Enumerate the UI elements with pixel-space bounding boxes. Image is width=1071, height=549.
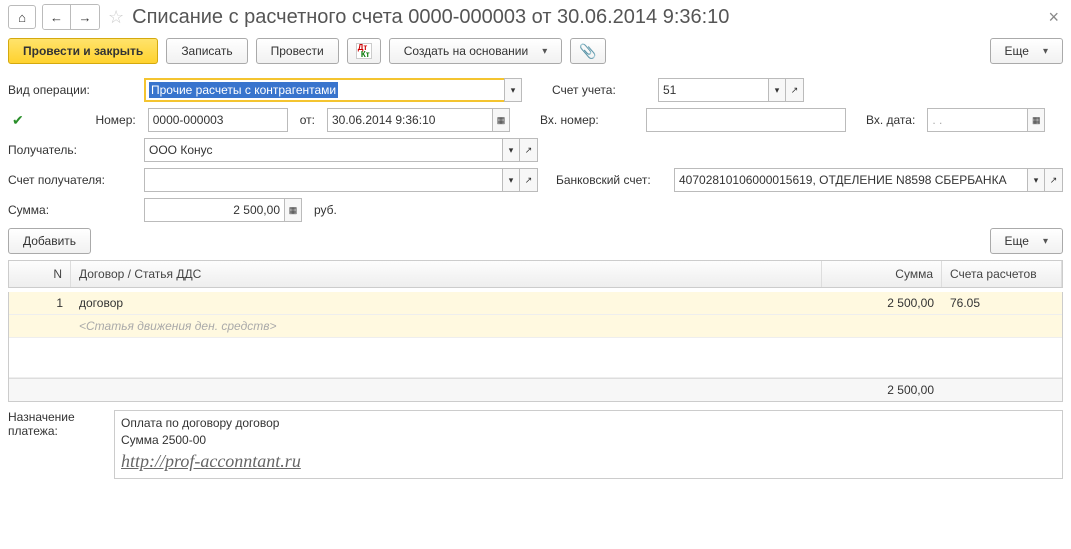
operation-type-field[interactable]: Прочие расчеты с контрагентами: [144, 78, 504, 102]
recipient-field[interactable]: ООО Конус: [144, 138, 502, 162]
create-based-on-button[interactable]: Создать на основании: [389, 38, 563, 64]
date-calendar[interactable]: ▦: [492, 108, 510, 132]
account-open[interactable]: ↗: [786, 78, 804, 102]
favorite-star-icon[interactable]: ☆: [106, 7, 126, 28]
ext-date-label: Вх. дата:: [852, 113, 921, 127]
cell-sum: 2 500,00: [822, 292, 942, 314]
recipient-label: Получатель:: [8, 143, 138, 157]
ext-number-label: Вх. номер:: [540, 113, 640, 127]
save-button[interactable]: Записать: [166, 38, 247, 64]
page-title: Списание с расчетного счета 0000-000003 …: [132, 6, 1038, 29]
account-label: Счет учета:: [552, 83, 652, 97]
memo-line1: Оплата по договору договор: [121, 415, 1056, 432]
bank-account-label: Банковский счет:: [556, 173, 668, 187]
post-button[interactable]: Провести: [256, 38, 339, 64]
cell-n: 1: [9, 292, 71, 314]
close-button[interactable]: ×: [1044, 7, 1063, 28]
bank-account-open[interactable]: ↗: [1045, 168, 1063, 192]
table-row-sub[interactable]: <Статья движения ден. средств>: [9, 315, 1062, 338]
date-field[interactable]: 30.06.2014 9:36:10: [327, 108, 492, 132]
table-more-button[interactable]: Еще: [990, 228, 1063, 254]
paperclip-icon: 📎: [579, 43, 596, 60]
recipient-account-dropdown[interactable]: ▾: [502, 168, 520, 192]
table-row[interactable]: 1 договор 2 500,00 76.05: [9, 292, 1062, 315]
payment-purpose-field[interactable]: Оплата по договору договор Сумма 2500-00…: [114, 410, 1063, 479]
from-label: от:: [294, 113, 321, 127]
amount-label: Сумма:: [8, 203, 138, 217]
attachments-button[interactable]: 📎: [570, 38, 605, 64]
memo-line2: Сумма 2500-00: [121, 432, 1056, 449]
operation-type-dropdown[interactable]: ▾: [504, 78, 522, 102]
number-field[interactable]: 0000-000003: [148, 108, 288, 132]
table-footer: 2 500,00: [9, 378, 1062, 401]
recipient-account-label: Счет получателя:: [8, 173, 138, 187]
recipient-dropdown[interactable]: ▾: [502, 138, 520, 162]
bank-account-dropdown[interactable]: ▾: [1027, 168, 1045, 192]
account-dropdown[interactable]: ▾: [768, 78, 786, 102]
post-and-close-button[interactable]: Провести и закрыть: [8, 38, 158, 64]
forward-button[interactable]: →: [71, 5, 99, 29]
recipient-open[interactable]: ↗: [520, 138, 538, 162]
th-n: N: [9, 261, 71, 287]
th-accounts: Счета расчетов: [942, 261, 1062, 287]
operation-type-label: Вид операции:: [8, 83, 138, 97]
memo-label: Назначениеплатежа:: [8, 410, 108, 438]
posted-check-icon: ✔: [8, 112, 28, 129]
account-field[interactable]: 51: [658, 78, 768, 102]
ext-date-calendar[interactable]: ▦: [1027, 108, 1045, 132]
th-contract: Договор / Статья ДДС: [71, 261, 822, 287]
back-button[interactable]: ←: [43, 5, 71, 29]
cell-account: 76.05: [942, 292, 1062, 314]
home-button[interactable]: ⌂: [8, 5, 36, 29]
amount-calc[interactable]: ▦: [284, 198, 302, 222]
ext-number-field[interactable]: [646, 108, 846, 132]
add-row-button[interactable]: Добавить: [8, 228, 91, 254]
dtkt-button[interactable]: ДтКт: [347, 38, 381, 64]
watermark-link: http://prof-acconntant.ru: [121, 449, 1056, 474]
ext-date-field[interactable]: . .: [927, 108, 1027, 132]
currency-label: руб.: [308, 203, 337, 217]
number-label: Номер:: [34, 113, 142, 127]
details-table: 1 договор 2 500,00 76.05 <Статья движени…: [8, 292, 1063, 402]
table-header: N Договор / Статья ДДС Сумма Счета расче…: [8, 260, 1063, 288]
bank-account-field[interactable]: 40702810106000015619, ОТДЕЛЕНИЕ N8598 СБ…: [674, 168, 1027, 192]
footer-sum: 2 500,00: [822, 379, 942, 401]
recipient-account-field[interactable]: [144, 168, 502, 192]
recipient-account-open[interactable]: ↗: [520, 168, 538, 192]
cell-dds: <Статья движения ден. средств>: [71, 315, 822, 337]
more-button[interactable]: Еще: [990, 38, 1063, 64]
amount-field[interactable]: 2 500,00: [144, 198, 284, 222]
dtkt-icon: ДтКт: [356, 43, 372, 59]
cell-contract: договор: [71, 292, 822, 314]
table-blank-area: [9, 338, 1062, 378]
th-sum: Сумма: [822, 261, 942, 287]
